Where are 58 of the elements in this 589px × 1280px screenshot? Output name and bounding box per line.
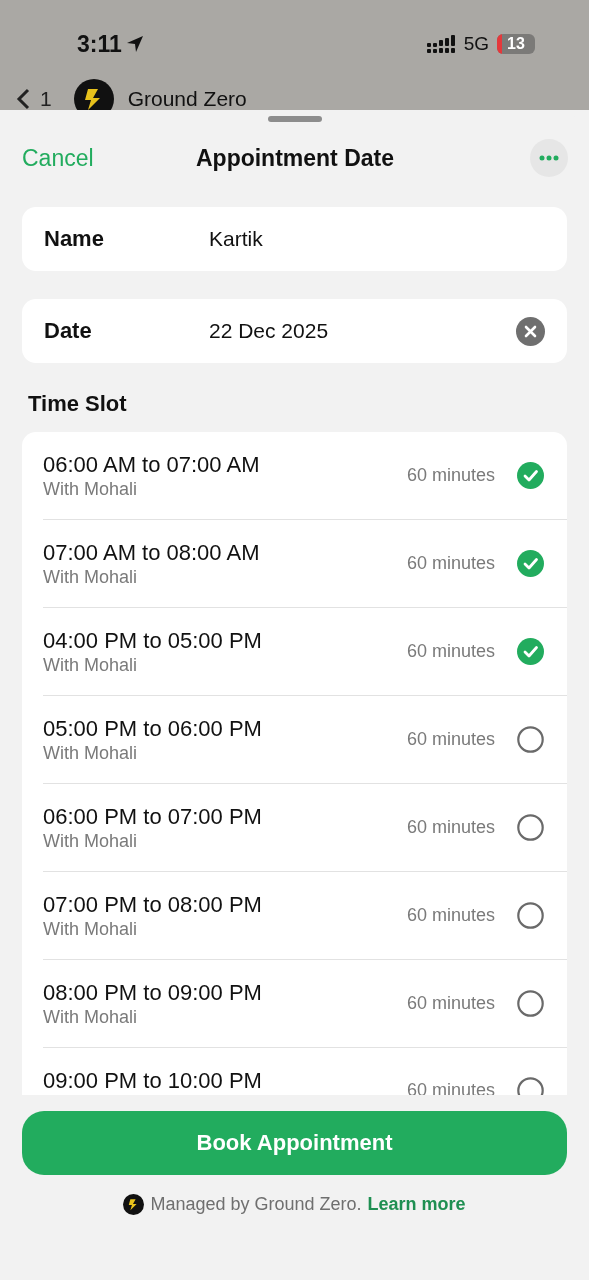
slot-time: 05:00 PM to 06:00 PM — [43, 715, 263, 742]
field-value[interactable]: Kartik — [209, 227, 545, 251]
time-slot-row[interactable]: 06:00 AM to 07:00 AM With Mohali 60 minutes — [43, 432, 567, 520]
slot-time: 09:00 PM to 10:00 PM — [43, 1068, 263, 1094]
time-slot-row[interactable]: 07:00 AM to 08:00 AM With Mohali 60 minutes — [43, 520, 567, 608]
slot-duration: 60 minutes — [406, 553, 495, 574]
battery-icon: 13 — [497, 34, 535, 54]
logo-icon — [73, 79, 114, 110]
time-slot-row[interactable]: 07:00 PM to 08:00 PM With Mohali 60 minutes — [43, 872, 567, 960]
clear-icon[interactable] — [516, 316, 545, 346]
time-slot-row[interactable]: 08:00 PM to 09:00 PM With Mohali 60 minutes — [43, 960, 567, 1048]
radio-icon[interactable] — [517, 726, 544, 753]
network-label: 5G — [463, 33, 489, 55]
more-button[interactable] — [530, 139, 568, 177]
section-title: Time Slot — [28, 391, 128, 417]
field-label: Date — [44, 318, 93, 344]
time-slot-row[interactable]: 06:00 PM to 07:00 PM With Mohali 60 minutes — [43, 784, 567, 872]
slot-staff: With Mohali — [43, 565, 139, 588]
slot-duration: 60 minutes — [406, 729, 495, 750]
sheet-grabber[interactable] — [267, 116, 322, 122]
slot-staff: With Mohali — [43, 741, 139, 764]
back-chevron-icon[interactable] — [16, 88, 30, 110]
footer-text: Managed by Ground Zero. — [150, 1194, 362, 1215]
slot-time: 07:00 AM to 08:00 AM — [43, 539, 261, 566]
learn-more-link[interactable]: Learn more — [367, 1194, 466, 1215]
slot-duration: 60 minutes — [406, 465, 495, 486]
logo-icon — [123, 1194, 145, 1215]
sheet-title: Appointment Date — [194, 144, 396, 172]
radio-icon[interactable] — [517, 902, 544, 929]
radio-icon[interactable] — [517, 990, 544, 1017]
slot-duration: 60 minutes — [406, 817, 495, 838]
checkmark-icon[interactable] — [517, 462, 544, 489]
field-label: Name — [44, 226, 105, 252]
field-value[interactable]: 22 Dec 2025 — [209, 319, 516, 343]
slot-duration: 60 minutes — [406, 993, 495, 1014]
slot-time: 07:00 PM to 08:00 PM — [43, 891, 263, 918]
time-slot-row[interactable]: 05:00 PM to 06:00 PM With Mohali 60 minutes — [43, 696, 567, 784]
slot-time: 06:00 AM to 07:00 AM — [43, 451, 261, 478]
slot-staff: With Mohali — [43, 477, 139, 500]
checkmark-icon[interactable] — [517, 550, 544, 577]
slot-time: 04:00 PM to 05:00 PM — [43, 627, 263, 654]
location-arrow-icon — [125, 35, 144, 53]
slot-time: 06:00 PM to 07:00 PM — [43, 803, 263, 830]
checkmark-icon[interactable] — [517, 638, 544, 665]
back-count: 1 — [40, 87, 52, 110]
chat-title: Ground Zero — [127, 87, 247, 110]
clock-time: 3:11 — [77, 30, 122, 58]
slot-duration: 60 minutes — [406, 641, 495, 662]
slot-staff: With Mohali — [43, 829, 139, 852]
radio-icon[interactable] — [517, 814, 544, 841]
slot-staff: With Mohali — [43, 1005, 139, 1028]
more-icon — [539, 155, 559, 161]
slot-time: 08:00 PM to 09:00 PM — [43, 979, 263, 1006]
slot-staff: With Mohali — [43, 653, 139, 676]
signal-icon — [426, 34, 456, 54]
time-slot-row[interactable]: 04:00 PM to 05:00 PM With Mohali 60 minutes — [43, 608, 567, 696]
slot-duration: 60 minutes — [406, 905, 495, 926]
slot-staff: With Mohali — [43, 917, 139, 940]
